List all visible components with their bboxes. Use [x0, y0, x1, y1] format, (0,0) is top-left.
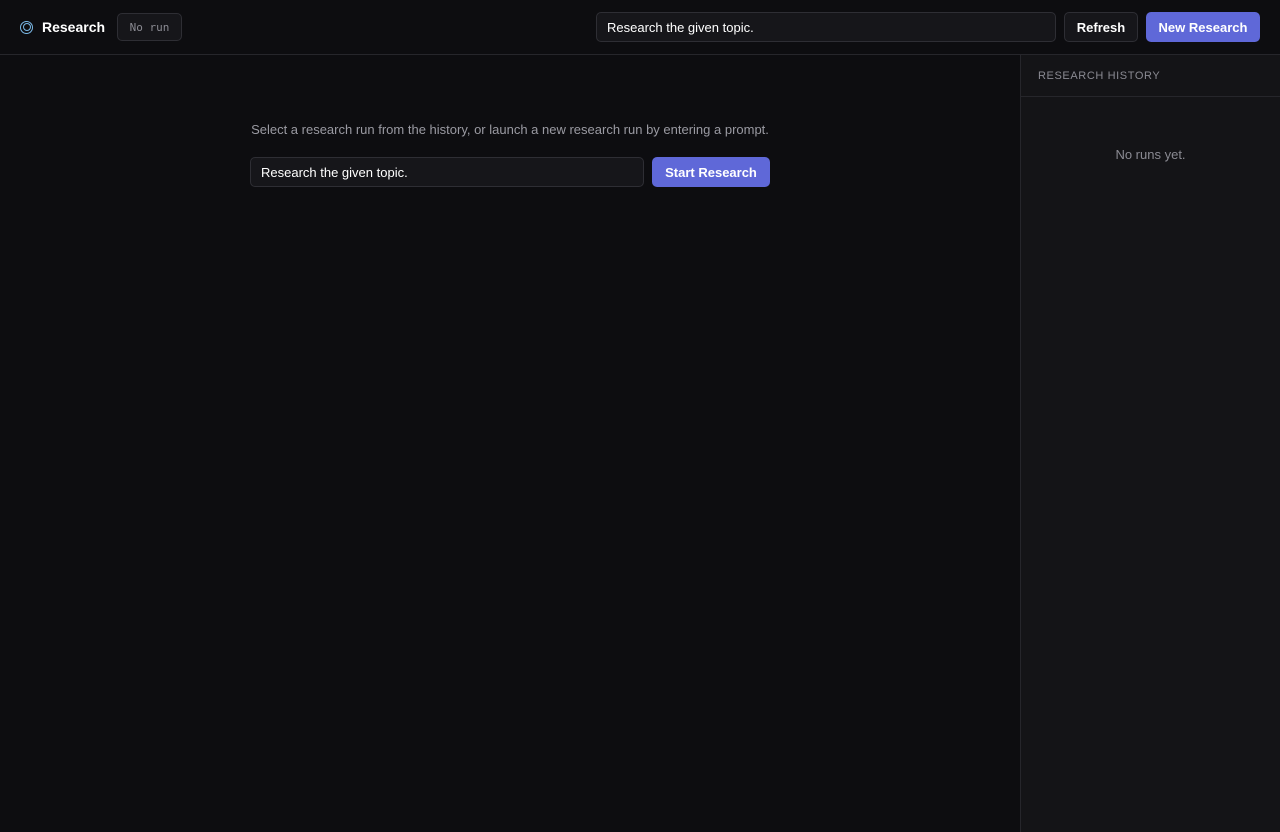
- history-empty-message: No runs yet.: [1115, 147, 1186, 162]
- app-title: Research: [42, 19, 106, 35]
- empty-state-hint: Select a research run from the history, …: [251, 122, 769, 137]
- new-research-button[interactable]: New Research: [1146, 12, 1260, 42]
- research-prompt-input[interactable]: [250, 157, 644, 187]
- brand: Research: [20, 13, 105, 41]
- start-research-button[interactable]: Start Research: [652, 157, 770, 187]
- top-bar: Research No run Refresh New Research: [0, 0, 1280, 55]
- research-history-sidebar: RESEARCH HISTORY No runs yet.: [1020, 55, 1280, 832]
- sidebar-title: RESEARCH HISTORY: [1021, 55, 1280, 97]
- research-circle-icon: [20, 20, 33, 34]
- run-status-badge: No run: [117, 13, 182, 41]
- top-prompt-input[interactable]: [596, 12, 1056, 42]
- refresh-button[interactable]: Refresh: [1064, 12, 1138, 42]
- main-panel: Select a research run from the history, …: [0, 55, 1020, 832]
